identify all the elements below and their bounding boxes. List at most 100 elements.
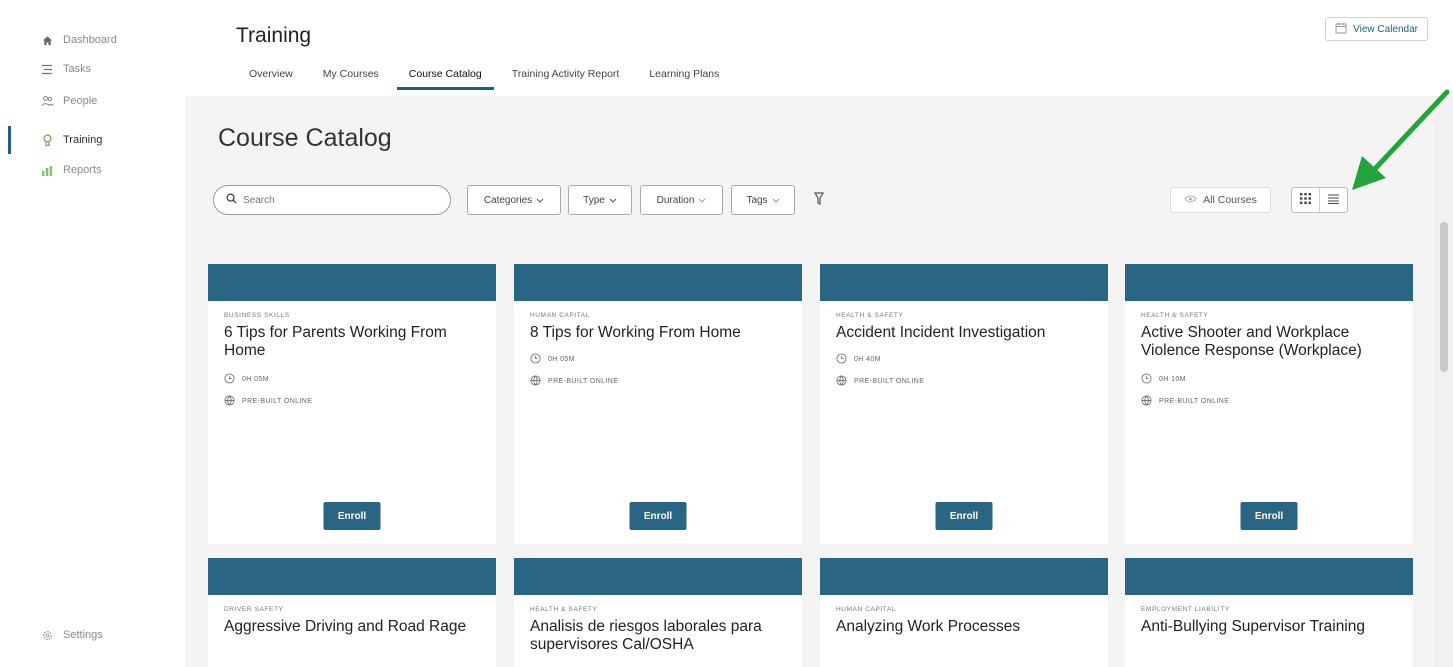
course-type: Pre-Built Online [530,374,802,388]
course-card[interactable]: Human Capital 8 Tips for Working From Ho… [514,264,802,544]
card-banner [1125,264,1413,301]
course-duration: 0H 05M [530,352,802,366]
course-category: Health & Safety [836,312,904,319]
course-type: Pre-Built Online [224,394,496,408]
filter-label: Duration [656,194,695,206]
enroll-button[interactable]: Enroll [323,502,381,530]
course-category: Health & Safety [530,606,598,613]
course-card[interactable]: Human Capital Analyzing Work Processes [820,558,1108,667]
clock-icon [836,352,847,366]
view-calendar-label: View Calendar [1353,23,1418,35]
course-title[interactable]: Active Shooter and Workplace Violence Re… [1141,324,1397,360]
reports-icon [40,163,54,177]
card-banner [208,558,496,595]
filter-label: Categories [483,194,533,206]
search-icon [226,191,237,209]
card-banner [514,558,802,595]
course-duration: 0H 10M [1141,372,1413,386]
tab-course-catalog[interactable]: Course Catalog [396,66,494,90]
filter-funnel-icon[interactable] [813,192,828,208]
type-filter[interactable]: Type [568,185,632,215]
card-banner [1125,558,1413,595]
globe-icon [1141,394,1152,408]
card-banner [208,264,496,301]
eye-icon [1184,194,1197,206]
tasks-icon [40,62,54,76]
course-title[interactable]: Analisis de riesgos laborales para super… [530,618,786,654]
course-type: Pre-Built Online [1141,394,1413,408]
globe-icon [224,394,235,408]
course-title[interactable]: Analyzing Work Processes [836,618,1092,636]
course-card[interactable]: Employment Liability Anti-Bullying Super… [1125,558,1413,667]
type-text: Pre-Built Online [548,377,619,385]
course-card[interactable]: Driver Safety Aggressive Driving and Roa… [208,558,496,667]
sidebar-item-label: Dashboard [63,34,117,46]
all-courses-toggle[interactable]: All Courses [1170,187,1271,213]
tab-learning-plans[interactable]: Learning Plans [649,66,719,90]
tab-overview[interactable]: Overview [249,66,293,90]
grid-view-button[interactable] [1292,188,1319,212]
tab-training-activity-report[interactable]: Training Activity Report [512,66,620,90]
type-text: Pre-Built Online [242,397,313,405]
page-title: Training [236,24,312,47]
enroll-button[interactable]: Enroll [629,502,687,530]
sidebar-item-people[interactable]: People [40,91,97,111]
card-banner [820,264,1108,301]
duration-filter[interactable]: Duration [640,185,723,215]
sidebar-item-settings[interactable]: Settings [40,625,103,645]
filter-label: Type [583,194,605,206]
sidebar-item-label: Tasks [63,63,92,75]
clock-icon [530,352,541,366]
page-header: Training Overview My Courses Course Cata… [185,0,1453,96]
duration-text: 0H 40M [854,355,881,363]
tab-my-courses[interactable]: My Courses [323,66,379,90]
course-card[interactable]: Health & Safety Accident Incident Invest… [820,264,1108,544]
page-scrollbar[interactable] [1435,96,1453,667]
search-input[interactable] [243,194,423,206]
active-indicator [8,126,11,154]
list-view-button[interactable] [1319,188,1347,212]
tags-filter[interactable]: Tags [731,185,795,215]
view-toggle [1291,187,1348,213]
people-icon [40,94,54,108]
sidebar-item-label: Reports [63,164,102,176]
chevron-down-icon [536,195,544,206]
enroll-button[interactable]: Enroll [935,502,993,530]
sidebar-item-label: Settings [63,629,103,641]
course-title[interactable]: Anti-Bullying Supervisor Training [1141,618,1397,636]
duration-text: 0H 10M [1159,375,1186,383]
course-category: Human Capital [836,606,897,613]
scrollbar-thumb[interactable] [1440,222,1448,372]
duration-text: 0H 05M [548,355,575,363]
course-category: Health & Safety [1141,312,1209,319]
globe-icon [530,374,541,388]
training-icon [40,133,54,147]
view-calendar-button[interactable]: View Calendar [1325,17,1428,41]
course-title[interactable]: Aggressive Driving and Road Rage [224,618,480,636]
sidebar-item-reports[interactable]: Reports [40,160,102,180]
home-icon [40,33,54,47]
sidebar-item-tasks[interactable]: Tasks [40,59,91,79]
course-duration: 0H 05M [224,372,496,386]
course-title[interactable]: 6 Tips for Parents Working From Home [224,324,480,360]
course-card[interactable]: Health & Safety Active Shooter and Workp… [1125,264,1413,544]
course-title[interactable]: 8 Tips for Working From Home [530,324,786,342]
calendar-icon [1335,22,1347,37]
sidebar: Dashboard Tasks People Training Reports … [0,0,185,667]
sidebar-item-dashboard[interactable]: Dashboard [40,30,117,50]
search-box[interactable] [213,185,451,215]
course-card[interactable]: Health & Safety Analisis de riesgos labo… [514,558,802,667]
course-card[interactable]: Business Skills 6 Tips for Parents Worki… [208,264,496,544]
globe-icon [836,374,847,388]
course-duration: 0H 40M [836,352,1108,366]
enroll-button[interactable]: Enroll [1240,502,1298,530]
course-title[interactable]: Accident Incident Investigation [836,324,1092,342]
course-category: Business Skills [224,312,290,319]
all-courses-label: All Courses [1203,194,1257,206]
chevron-down-icon [772,195,780,206]
chevron-down-icon [609,195,617,206]
sidebar-item-training[interactable]: Training [40,130,102,150]
categories-filter[interactable]: Categories [467,185,561,215]
card-banner [820,558,1108,595]
sidebar-item-label: People [63,95,98,107]
